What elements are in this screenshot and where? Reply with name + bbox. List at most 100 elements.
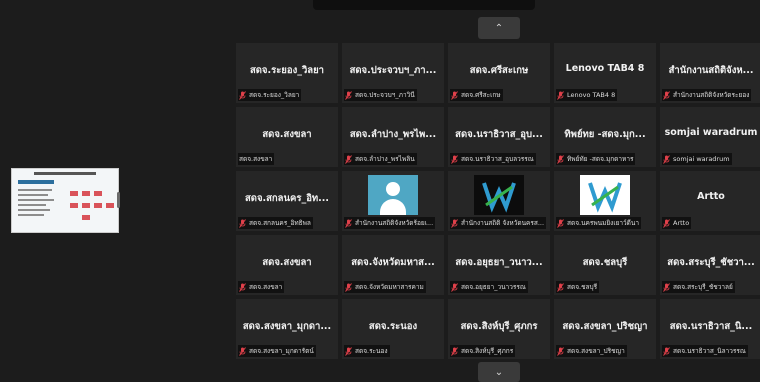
participant-label: สดจ.สิงห์บุรี_ศุภกร	[450, 345, 516, 357]
participant-name: สดจ.ศรีสะเกษ	[469, 65, 529, 76]
panel-resize-handle[interactable]	[117, 192, 120, 208]
slide-icon	[70, 203, 78, 208]
participant-label: somjai waradrum	[662, 153, 732, 165]
mic-muted-icon	[451, 218, 458, 228]
chevron-up-icon: ⌃	[494, 22, 504, 34]
participant-tile[interactable]: สดจ.สกลนคร_อิท... สดจ.สกลนคร_อิทธิพล	[236, 171, 338, 231]
mic-muted-icon	[345, 282, 352, 292]
participant-name: Lenovo TAB4 8	[565, 63, 645, 74]
mic-muted-icon	[557, 218, 564, 228]
participant-label-text: สดจ.จังหวัดมหาสารคาม	[355, 283, 424, 291]
mic-muted-icon	[345, 218, 352, 228]
mic-muted-icon	[451, 282, 458, 292]
slide-icon	[82, 203, 90, 208]
participant-name: สดจ.สระบุรี_ชัชวา...	[667, 257, 755, 268]
participant-tile[interactable]: สดจ.สระบุรี_ชัชวา... สดจ.สระบุรี_ชัชวาลย์	[660, 235, 760, 295]
participant-name: สดจ.สงขลา_มุกดา...	[242, 321, 332, 332]
participant-name: สดจ.ประจวบฯ_ภา...	[349, 65, 437, 76]
participant-label: สดจ.ระนอง	[344, 345, 390, 357]
participant-gallery: สดจ.ระยอง_วิลยา สดจ.ระยอง_วิลยา สดจ.ประจวบ…	[236, 43, 760, 359]
mic-muted-icon	[557, 282, 564, 292]
participant-tile[interactable]: somjai waradrum somjai waradrum	[660, 107, 760, 167]
mic-muted-icon	[451, 346, 458, 356]
participant-name: สดจ.นราธิวาส_นิ...	[669, 321, 753, 332]
participant-video-logo	[580, 175, 630, 215]
participant-name: สดจ.สิงห์บุรี_ศุภกร	[460, 321, 538, 332]
participant-label: สดจ.ระยอง_วิลยา	[238, 89, 302, 101]
participant-label: สำนักงานสถิติจังหวัดระยอง	[662, 89, 752, 101]
mic-muted-icon	[451, 90, 458, 100]
participant-name: สดจ.สงขลา	[262, 257, 312, 268]
slide-icon	[94, 191, 102, 196]
participant-label: สดจ.จังหวัดมหาสารคาม	[344, 281, 426, 293]
participant-tile[interactable]: สดจ.นครพนมยิงเยาว์ดีนา	[554, 171, 656, 231]
participant-label: สดจ.ลำปาง_พรไพลิน	[344, 153, 417, 165]
participant-tile[interactable]: สดจ.ลำปาง_พรไพ... สดจ.ลำปาง_พรไพลิน	[342, 107, 444, 167]
participant-label-text: สดจ.สงขลา	[239, 155, 273, 163]
participant-tile[interactable]: สดจ.ระยอง_วิลยา สดจ.ระยอง_วิลยา	[236, 43, 338, 103]
participant-tile[interactable]: ทิพย์ทย -สดจ.มุก... ทิพย์ทัย -สดจ.มุกดาหา…	[554, 107, 656, 167]
slide-text-line	[18, 214, 44, 216]
slide-text-line	[18, 199, 54, 201]
participant-tile[interactable]: สดจ.นราธิวาส_นิ... สดจ.นราธิวาส_นิลาวรรณ	[660, 299, 760, 359]
avatar	[368, 175, 418, 215]
participant-label-text: สดจ.สิงห์บุรี_ศุภกร	[461, 347, 514, 355]
participant-tile[interactable]: สดจ.สิงห์บุรี_ศุภกร สดจ.สิงห์บุรี_ศุภกร	[448, 299, 550, 359]
participant-tile[interactable]: สดจ.สงขลา สดจ.สงขลา	[236, 235, 338, 295]
scroll-down-button[interactable]: ⌄	[478, 362, 520, 382]
participant-label: Lenovo TAB4 8	[556, 89, 618, 101]
participant-tile[interactable]: สดจ.จังหวัดมหาส... สดจ.จังหวัดมหาสารคาม	[342, 235, 444, 295]
participant-tile[interactable]: สดจ.อยุธยา_วนาว... สดจ.อยุธยา_วนาวรรณ	[448, 235, 550, 295]
participant-label: สดจ.สงขลา	[238, 281, 285, 293]
participant-label: สำนักงานสถิติ จังหวัดนครส...	[450, 217, 547, 229]
participant-label-text: Lenovo TAB4 8	[567, 91, 616, 99]
scroll-up-button[interactable]: ⌃	[478, 17, 520, 39]
participant-label: สำนักงานสถิติจังหวัดร้อยเ...	[344, 217, 436, 229]
mic-muted-icon	[663, 90, 670, 100]
participant-tile[interactable]: สดจ.ชลบุรี สดจ.ชลบุรี	[554, 235, 656, 295]
participant-label-text: สดจ.นครพนมยิงเยาว์ดีนา	[567, 219, 639, 227]
participant-label: สดจ.สงขลา	[238, 153, 275, 165]
participant-label: สดจ.นครพนมยิงเยาว์ดีนา	[556, 217, 641, 229]
participant-tile[interactable]: สดจ.สงขลา สดจ.สงขลา	[236, 107, 338, 167]
mic-muted-icon	[663, 154, 670, 164]
participant-label-text: สดจ.นราธิวาส_อุบลวรรณ	[461, 155, 534, 163]
slide-title-line	[34, 172, 96, 175]
participant-tile[interactable]: สำนักงานสถิติจังหวัดร้อยเ...	[342, 171, 444, 231]
participant-tile[interactable]: Artto Artto	[660, 171, 760, 231]
participant-tile[interactable]: Lenovo TAB4 8 Lenovo TAB4 8	[554, 43, 656, 103]
participant-label-text: สดจ.ชลบุรี	[567, 283, 598, 291]
mic-muted-icon	[239, 218, 246, 228]
participant-tile[interactable]: สำนักงานสถิติจังห... สำนักงานสถิติจังหวัด…	[660, 43, 760, 103]
participant-name: สดจ.นราธิวาส_อุบ...	[455, 129, 543, 140]
mic-muted-icon	[663, 346, 670, 356]
participant-label: สดจ.นราธิวาส_นิลาวรรณ	[662, 345, 748, 357]
mic-muted-icon	[557, 346, 564, 356]
participant-label: สดจ.สงขลา_ปริชญา	[556, 345, 627, 357]
participant-label: สดจ.อยุธยา_วนาวรรณ	[450, 281, 528, 293]
participant-label-text: สดจ.ระยอง_วิลยา	[249, 91, 300, 99]
shared-screen-thumbnail[interactable]	[11, 168, 119, 233]
participant-tile[interactable]: สดจ.ระนอง สดจ.ระนอง	[342, 299, 444, 359]
participant-tile[interactable]: สดจ.นราธิวาส_อุบ... สดจ.นราธิวาส_อุบลวรรณ	[448, 107, 550, 167]
participant-name: สดจ.อยุธยา_วนาว...	[455, 257, 543, 268]
participant-tile[interactable]: สดจ.สงขลา_มุกดา... สดจ.สงขลา_มุกดารัตน์	[236, 299, 338, 359]
mic-muted-icon	[345, 90, 352, 100]
participant-tile[interactable]: สดจ.ศรีสะเกษ สดจ.ศรีสะเกษ	[448, 43, 550, 103]
participant-tile[interactable]: สำนักงานสถิติ จังหวัดนครส...	[448, 171, 550, 231]
participant-label-text: สดจ.สกลนคร_อิทธิพล	[249, 219, 311, 227]
participant-name: สำนักงานสถิติจังห...	[668, 65, 754, 76]
participant-tile[interactable]: สดจ.ประจวบฯ_ภา... สดจ.ประจวบฯ_ภาวินี	[342, 43, 444, 103]
participant-name: สดจ.สกลนคร_อิท...	[244, 193, 329, 204]
participant-label-text: สดจ.สงขลา_มุกดารัตน์	[249, 347, 314, 355]
participant-name: สดจ.สงขลา_ปริชญา	[562, 321, 648, 332]
participant-label-text: Artto	[673, 219, 690, 227]
participant-label: สดจ.สกลนคร_อิทธิพล	[238, 217, 313, 229]
participant-label: สดจ.ศรีสะเกษ	[450, 89, 503, 101]
mic-muted-icon	[345, 154, 352, 164]
participant-label-text: สดจ.อยุธยา_วนาวรรณ	[461, 283, 526, 291]
participant-tile[interactable]: สดจ.สงขลา_ปริชญา สดจ.สงขลา_ปริชญา	[554, 299, 656, 359]
chevron-down-icon: ⌄	[494, 366, 504, 378]
participant-name: Artto	[697, 191, 725, 202]
top-toolbar-strip	[313, 0, 535, 10]
